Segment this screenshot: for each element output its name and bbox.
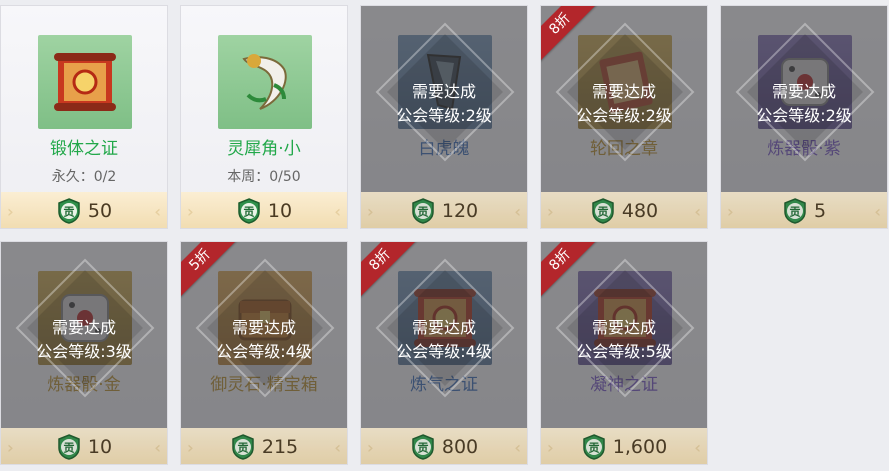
lock-requirement-level: 公会等级:5级: [576, 342, 672, 361]
locked-overlay: 需要达成公会等级:2级: [361, 6, 527, 192]
shop-item-card[interactable]: 炼器骰·金需要达成公会等级:3级››‹‹贡10: [0, 241, 168, 465]
contribution-coin-icon: 贡: [410, 198, 436, 224]
contribution-coin-icon: 贡: [236, 198, 262, 224]
lock-requirement-level: 公会等级:2级: [756, 106, 852, 125]
horn-icon: [218, 35, 312, 129]
contribution-coin-icon: 贡: [230, 434, 256, 460]
lock-requirement-level: 公会等级:2级: [396, 106, 492, 125]
svg-text:贡: 贡: [243, 206, 254, 219]
shop-item-card[interactable]: 锻体之证 永久：0/2 ›› ‹‹ 贡 50: [0, 5, 168, 229]
purchase-limit: 永久：0/2: [51, 169, 117, 185]
locked-overlay: 需要达成公会等级:3级: [1, 242, 167, 428]
lock-requirement-level: 公会等级:4级: [216, 342, 312, 361]
svg-text:贡: 贡: [63, 442, 74, 455]
item-price: 1,600: [612, 436, 668, 458]
contribution-coin-icon: 贡: [56, 434, 82, 460]
item-price: 5: [813, 200, 827, 222]
purchase-limit: 本周：0/50: [227, 169, 301, 185]
svg-text:贡: 贡: [417, 206, 428, 219]
svg-text:贡: 贡: [588, 442, 599, 455]
price-bar[interactable]: ›› ‹‹ 贡 480: [541, 192, 707, 228]
item-price: 215: [261, 436, 299, 458]
lock-requirement-title: 需要达成: [411, 318, 476, 337]
item-price: 50: [87, 200, 113, 222]
lock-requirement-title: 需要达成: [231, 318, 296, 337]
price-bar[interactable]: ›› ‹‹ 贡 5: [721, 192, 887, 228]
shop-item-card[interactable]: 白虎魄需要达成公会等级:2级››‹‹贡120: [360, 5, 528, 229]
price-bar[interactable]: ›› ‹‹ 贡 215: [181, 428, 347, 464]
lock-requirement-level: 公会等级:4级: [396, 342, 492, 361]
lock-requirement-title: 需要达成: [51, 318, 116, 337]
svg-text:贡: 贡: [417, 442, 428, 455]
item-price: 800: [441, 436, 479, 458]
lock-requirement-level: 公会等级:2级: [576, 106, 672, 125]
shop-item-card[interactable]: 凝神之证需要达成公会等级:5级8折››‹‹贡1,600: [540, 241, 708, 465]
contribution-coin-icon: 贡: [410, 434, 436, 460]
item-price: 480: [621, 200, 659, 222]
contribution-coin-icon: 贡: [590, 198, 616, 224]
lock-requirement-title: 需要达成: [591, 82, 656, 101]
svg-text:贡: 贡: [789, 206, 800, 219]
lock-requirement-title: 需要达成: [591, 318, 656, 337]
lock-requirement-title: 需要达成: [411, 82, 476, 101]
shop-item-card[interactable]: 炼器骰·紫需要达成公会等级:2级››‹‹贡5: [720, 5, 888, 229]
shop-item-card[interactable]: 御灵石·精宝箱需要达成公会等级:4级5折››‹‹贡215: [180, 241, 348, 465]
locked-overlay: 需要达成公会等级:2级: [721, 6, 887, 192]
item-price: 10: [87, 436, 113, 458]
item-name: 灵犀角·小: [227, 139, 301, 159]
scroll-icon: [38, 35, 132, 129]
price-bar[interactable]: ›› ‹‹ 贡 1,600: [541, 428, 707, 464]
lock-requirement-title: 需要达成: [771, 82, 836, 101]
shop-item-card[interactable]: 轮回之章需要达成公会等级:2级8折››‹‹贡480: [540, 5, 708, 229]
contribution-coin-icon: 贡: [581, 434, 607, 460]
svg-text:贡: 贡: [597, 206, 608, 219]
lock-requirement-level: 公会等级:3级: [36, 342, 132, 361]
svg-text:贡: 贡: [63, 206, 74, 219]
price-bar[interactable]: ›› ‹‹ 贡 120: [361, 192, 527, 228]
price-bar[interactable]: ›› ‹‹ 贡 10: [181, 192, 347, 228]
price-bar[interactable]: ›› ‹‹ 贡 10: [1, 428, 167, 464]
svg-text:贡: 贡: [237, 442, 248, 455]
price-bar[interactable]: ›› ‹‹ 贡 800: [361, 428, 527, 464]
item-name: 锻体之证: [50, 139, 118, 159]
price-bar[interactable]: ›› ‹‹ 贡 50: [1, 192, 167, 228]
shop-item-card[interactable]: 灵犀角·小 本周：0/50 ›› ‹‹ 贡 10: [180, 5, 348, 229]
contribution-coin-icon: 贡: [782, 198, 808, 224]
shop-item-card[interactable]: 炼气之证需要达成公会等级:4级8折››‹‹贡800: [360, 241, 528, 465]
item-price: 10: [267, 200, 293, 222]
contribution-coin-icon: 贡: [56, 198, 82, 224]
item-price: 120: [441, 200, 479, 222]
